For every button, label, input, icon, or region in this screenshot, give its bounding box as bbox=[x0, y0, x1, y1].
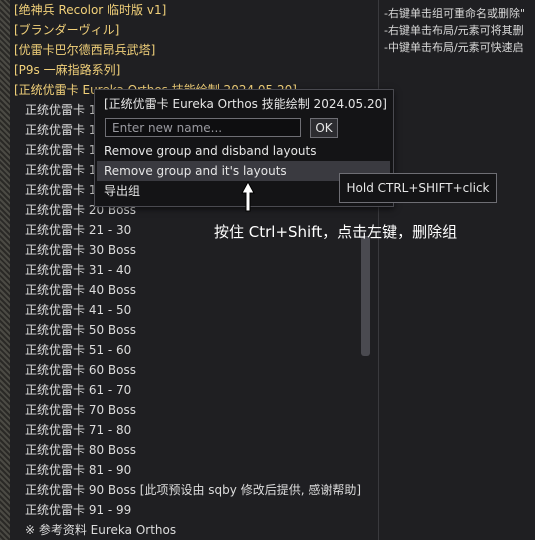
layout-item[interactable]: 正统优雷卡 51 - 60 bbox=[25, 340, 131, 360]
layout-item[interactable]: 正统优雷卡 61 - 70 bbox=[25, 380, 131, 400]
layout-item[interactable]: ※ 参考资料 Eureka Orthos bbox=[25, 520, 176, 540]
group-header[interactable]: [ブランダーヴィル] bbox=[14, 20, 119, 40]
instruction-annotation: 按住 Ctrl+Shift，点击左键，删除组 bbox=[214, 223, 458, 241]
layout-item[interactable]: 正统优雷卡 60 Boss bbox=[25, 360, 136, 380]
game-background bbox=[0, 0, 10, 540]
hint-quick-enable: -中键单击布局/元素可快速启 bbox=[384, 41, 524, 54]
remove-group-disband-item[interactable]: Remove group and disband layouts bbox=[97, 141, 390, 161]
mouse-cursor-icon bbox=[241, 181, 255, 212]
layout-item[interactable]: 正统优雷卡 90 Boss [此项预设由 sqby 修改后提供, 感谢帮助] bbox=[25, 480, 361, 500]
layout-item[interactable]: 正统优雷卡 40 Boss bbox=[25, 280, 136, 300]
group-header[interactable]: [绝神兵 Recolor 临时版 v1] bbox=[14, 0, 166, 20]
group-header[interactable]: [优雷卡巴尔德西昂兵武塔] bbox=[14, 40, 155, 60]
rename-ok-button[interactable]: OK bbox=[310, 118, 338, 138]
layout-item[interactable]: 正统优雷卡 21 - 30 bbox=[25, 220, 131, 240]
layout-item[interactable]: 正统优雷卡 30 Boss bbox=[25, 240, 136, 260]
scrollbar-thumb[interactable] bbox=[361, 236, 370, 356]
help-panel bbox=[379, 0, 535, 540]
context-menu-title: [正统优雷卡 Eureka Orthos 技能绘制 2024.05.20] bbox=[104, 97, 387, 111]
layout-item[interactable]: 正统优雷卡 31 - 40 bbox=[25, 260, 131, 280]
layout-item[interactable]: 正统优雷卡 81 - 90 bbox=[25, 460, 131, 480]
layout-item[interactable]: 正统优雷卡 71 - 80 bbox=[25, 420, 131, 440]
hint-rename-delete: -右键单击组可重命名或删除" bbox=[384, 7, 526, 20]
group-header[interactable]: [P9s 一麻指路系列] bbox=[14, 60, 120, 80]
layout-item[interactable]: 正统优雷卡 50 Boss bbox=[25, 320, 136, 340]
layout-item[interactable]: 正统优雷卡 41 - 50 bbox=[25, 300, 131, 320]
hint-layout-delete: -右键单击布局/元素可将其删 bbox=[384, 24, 524, 37]
layout-item[interactable]: 正统优雷卡 80 Boss bbox=[25, 440, 136, 460]
modifier-tooltip: Hold CTRL+SHIFT+click bbox=[339, 173, 497, 203]
rename-group-input[interactable] bbox=[105, 118, 301, 137]
layout-item[interactable]: 正统优雷卡 70 Boss bbox=[25, 400, 136, 420]
layout-item[interactable]: 正统优雷卡 91 - 99 bbox=[25, 500, 131, 520]
